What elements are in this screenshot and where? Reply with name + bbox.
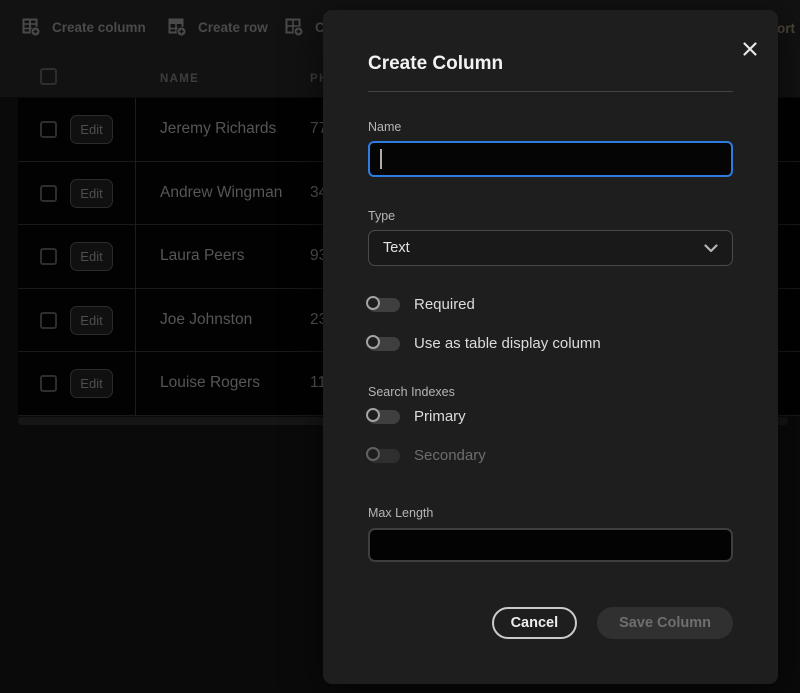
max-length-input[interactable] — [368, 528, 733, 562]
edit-button[interactable]: Edit — [70, 115, 113, 144]
row-checkbox[interactable] — [40, 248, 57, 265]
primary-label: Primary — [414, 408, 466, 425]
create-column-button[interactable]: Create column — [22, 18, 146, 37]
toggle-knob — [366, 447, 380, 461]
toggle-knob — [366, 296, 380, 310]
secondary-label: Secondary — [414, 447, 486, 464]
table-add-column-icon — [22, 18, 41, 37]
column-header-name[interactable]: NAME — [160, 73, 199, 85]
type-field-label: Type — [368, 209, 733, 224]
row-checkbox[interactable] — [40, 375, 57, 392]
cell-name: Louise Rogers — [160, 374, 260, 392]
column-divider — [135, 98, 136, 416]
display-column-label: Use as table display column — [414, 335, 601, 352]
cell-name: Joe Johnston — [160, 311, 252, 329]
primary-toggle[interactable] — [368, 410, 400, 424]
edit-button[interactable]: Edit — [70, 306, 113, 335]
dialog-buttons: Cancel Save Column — [368, 607, 733, 639]
create-row-label: Create row — [198, 20, 268, 35]
cancel-button[interactable]: Cancel — [492, 607, 578, 639]
required-switch-row: Required — [368, 296, 733, 313]
name-input[interactable] — [368, 141, 733, 177]
text-cursor — [380, 149, 382, 169]
type-select[interactable]: Text — [368, 230, 733, 266]
row-checkbox[interactable] — [40, 185, 57, 202]
type-select-value: Text — [383, 240, 704, 256]
save-column-button[interactable]: Save Column — [597, 607, 733, 639]
edit-button[interactable]: Edit — [70, 369, 113, 398]
truncated-toolbar-button[interactable]: C — [285, 18, 325, 37]
display-column-switch-row: Use as table display column — [368, 335, 733, 352]
select-all-checkbox[interactable] — [40, 68, 57, 85]
edit-button[interactable]: Edit — [70, 179, 113, 208]
required-label: Required — [414, 296, 475, 313]
export-button-partial[interactable]: ort — [777, 21, 795, 36]
dialog-title: Create Column — [368, 52, 733, 75]
cell-name: Jeremy Richards — [160, 120, 276, 138]
primary-switch-row: Primary — [368, 408, 733, 425]
secondary-switch-row: Secondary — [368, 447, 733, 464]
close-icon — [742, 41, 758, 57]
search-indexes-label: Search Indexes — [368, 385, 733, 400]
display-column-toggle[interactable] — [368, 337, 400, 351]
row-checkbox[interactable] — [40, 312, 57, 329]
required-toggle[interactable] — [368, 298, 400, 312]
row-checkbox[interactable] — [40, 121, 57, 138]
name-field-label: Name — [368, 120, 733, 135]
screen: Create column Create row — [0, 0, 800, 693]
table-add-row-icon — [168, 18, 187, 37]
create-row-button[interactable]: Create row — [168, 18, 268, 37]
toggle-knob — [366, 335, 380, 349]
max-length-label: Max Length — [368, 506, 733, 521]
create-column-dialog: Create Column Name Type Text Required U — [323, 10, 778, 684]
toggle-knob — [366, 408, 380, 422]
create-column-label: Create column — [52, 20, 146, 35]
table-add-icon — [285, 18, 304, 37]
close-button[interactable] — [740, 39, 760, 59]
chevron-down-icon — [704, 244, 718, 253]
edit-button[interactable]: Edit — [70, 242, 113, 271]
secondary-toggle — [368, 449, 400, 463]
cell-name: Laura Peers — [160, 247, 244, 265]
cell-name: Andrew Wingman — [160, 184, 282, 202]
title-divider — [368, 91, 733, 92]
